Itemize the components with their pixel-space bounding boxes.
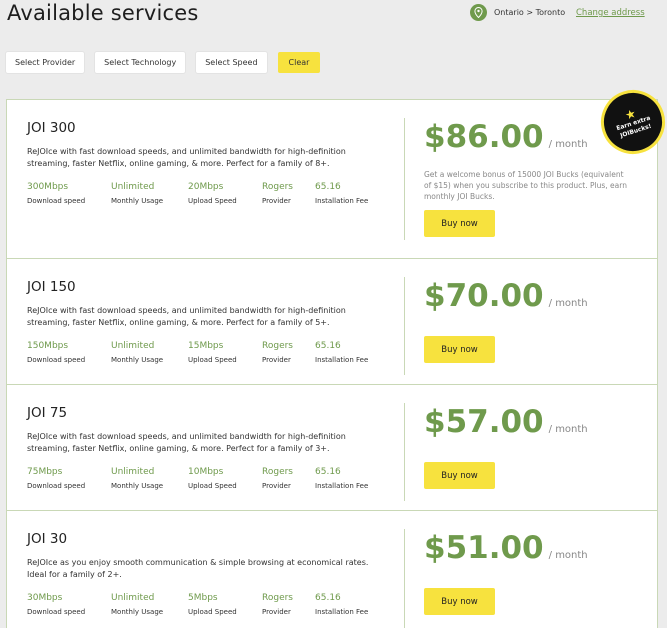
divider — [404, 403, 405, 501]
buy-now-button[interactable]: Buy now — [424, 462, 495, 489]
spec-usage: Unlimited Monthly Usage — [111, 182, 164, 205]
map-pin-icon — [470, 4, 487, 21]
plan-description: ReJOIce with fast download speeds, and u… — [27, 306, 346, 327]
page-title: Available services — [7, 1, 199, 25]
price-period: / month — [548, 139, 588, 150]
bonus-text: Get a welcome bonus of 15000 JOI Bucks (… — [424, 170, 627, 201]
change-address-link[interactable]: Change address — [576, 8, 645, 18]
buy-now-button[interactable]: Buy now — [424, 336, 495, 363]
price: $70.00 — [424, 278, 544, 314]
price-block: $57.00 / month — [424, 404, 588, 440]
plan-list: JOI 300 ReJOIce with fast download speed… — [6, 99, 658, 628]
price-period: / month — [548, 424, 588, 435]
spec-usage: Unlimited Monthly Usage — [111, 593, 164, 616]
spec-upload: 10Mbps Upload Speed — [188, 467, 237, 490]
divider — [404, 118, 405, 240]
spec-download: 30Mbps Download speed — [27, 593, 86, 616]
spec-download: 150Mbps Download speed — [27, 341, 86, 364]
price-period: / month — [548, 298, 588, 309]
spec-provider: Rogers Provider — [262, 593, 293, 616]
price-block: $70.00 / month — [424, 278, 588, 314]
plan-card: JOI 300 ReJOIce with fast download speed… — [7, 100, 657, 259]
spec-usage: Unlimited Monthly Usage — [111, 341, 164, 364]
spec-upload: 15Mbps Upload Speed — [188, 341, 237, 364]
select-speed-button[interactable]: Select Speed — [196, 52, 267, 73]
spec-upload: 5Mbps Upload Speed — [188, 593, 237, 616]
location-text: Ontario > Toronto — [494, 8, 566, 17]
plan-name: JOI 75 — [27, 405, 68, 421]
spec-fee: 65.16 Installation Fee — [315, 182, 369, 205]
select-technology-button[interactable]: Select Technology — [95, 52, 186, 73]
price: $57.00 — [424, 404, 544, 440]
plan-description: ReJOIce with fast download speeds, and u… — [27, 147, 346, 168]
clear-button[interactable]: Clear — [277, 52, 321, 73]
spec-download: 75Mbps Download speed — [27, 467, 86, 490]
spec-fee: 65.16 Installation Fee — [315, 467, 369, 490]
plan-card: JOI 30 ReJOIce as you enjoy smooth commu… — [7, 511, 657, 628]
plan-name: JOI 150 — [27, 279, 76, 295]
plan-description: ReJOIce with fast download speeds, and u… — [27, 432, 346, 453]
spec-fee: 65.16 Installation Fee — [315, 341, 369, 364]
plan-card: JOI 150 ReJOIce with fast download speed… — [7, 259, 657, 385]
filter-bar: Select Provider Select Technology Select… — [6, 52, 331, 73]
spec-usage: Unlimited Monthly Usage — [111, 467, 164, 490]
divider — [404, 277, 405, 375]
price: $51.00 — [424, 530, 544, 566]
price-period: / month — [548, 550, 588, 561]
spec-upload: 20Mbps Upload Speed — [188, 182, 237, 205]
plan-card: JOI 75 ReJOIce with fast download speeds… — [7, 385, 657, 511]
spec-fee: 65.16 Installation Fee — [315, 593, 369, 616]
plan-name: JOI 30 — [27, 531, 68, 547]
buy-now-button[interactable]: Buy now — [424, 588, 495, 615]
plan-name: JOI 300 — [27, 120, 76, 136]
spec-provider: Rogers Provider — [262, 182, 293, 205]
buy-now-button[interactable]: Buy now — [424, 210, 495, 237]
spec-provider: Rogers Provider — [262, 341, 293, 364]
price-block: $86.00 / month — [424, 119, 588, 155]
price-block: $51.00 / month — [424, 530, 588, 566]
select-provider-button[interactable]: Select Provider — [6, 52, 85, 73]
plan-description: ReJOIce as you enjoy smooth communicatio… — [27, 558, 369, 579]
divider — [404, 529, 405, 628]
spec-download: 300Mbps Download speed — [27, 182, 86, 205]
spec-provider: Rogers Provider — [262, 467, 293, 490]
location-display: Ontario > Toronto — [470, 4, 565, 21]
price: $86.00 — [424, 119, 544, 155]
